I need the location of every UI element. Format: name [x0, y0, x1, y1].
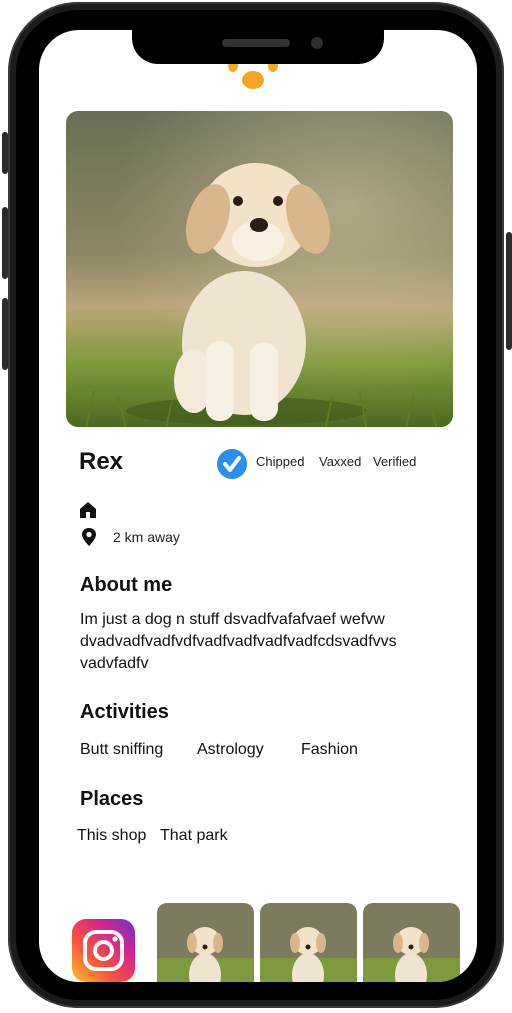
home-icon — [80, 502, 96, 518]
check-badge-icon — [217, 449, 247, 479]
power-button — [506, 232, 512, 350]
screen: Rex Chipped Vaxxed Verified 2 km away Ab… — [39, 30, 477, 982]
badge-vaxxed: Vaxxed — [319, 454, 362, 469]
dog-photo[interactable] — [66, 111, 453, 427]
photo-thumbnail[interactable] — [260, 903, 357, 982]
photo-thumbnail[interactable] — [363, 903, 460, 982]
distance-text: 2 km away — [113, 529, 180, 545]
instagram-icon[interactable] — [72, 919, 135, 982]
activity-tag[interactable]: Butt sniffing — [80, 741, 163, 759]
dog-name: Rex — [79, 448, 124, 475]
photo-thumbnail[interactable] — [157, 903, 254, 982]
activities-heading: Activities — [80, 701, 169, 723]
front-camera — [311, 37, 323, 49]
speaker-grille — [222, 39, 290, 47]
places-heading: Places — [80, 788, 144, 810]
about-heading: About me — [80, 574, 173, 596]
place-tag[interactable]: This shop — [77, 827, 146, 845]
badge-verified: Verified — [373, 454, 417, 469]
activity-tag[interactable]: Fashion — [301, 741, 358, 759]
activity-tag[interactable]: Astrology — [197, 741, 264, 759]
location-pin-icon — [82, 528, 96, 546]
about-text: Im just a dog n stuff dsvadfvafafvaef we… — [80, 611, 397, 672]
phone-frame: Rex Chipped Vaxxed Verified 2 km away Ab… — [2, 0, 512, 1013]
place-tag[interactable]: That park — [160, 827, 228, 845]
badge-chipped: Chipped — [256, 454, 305, 469]
